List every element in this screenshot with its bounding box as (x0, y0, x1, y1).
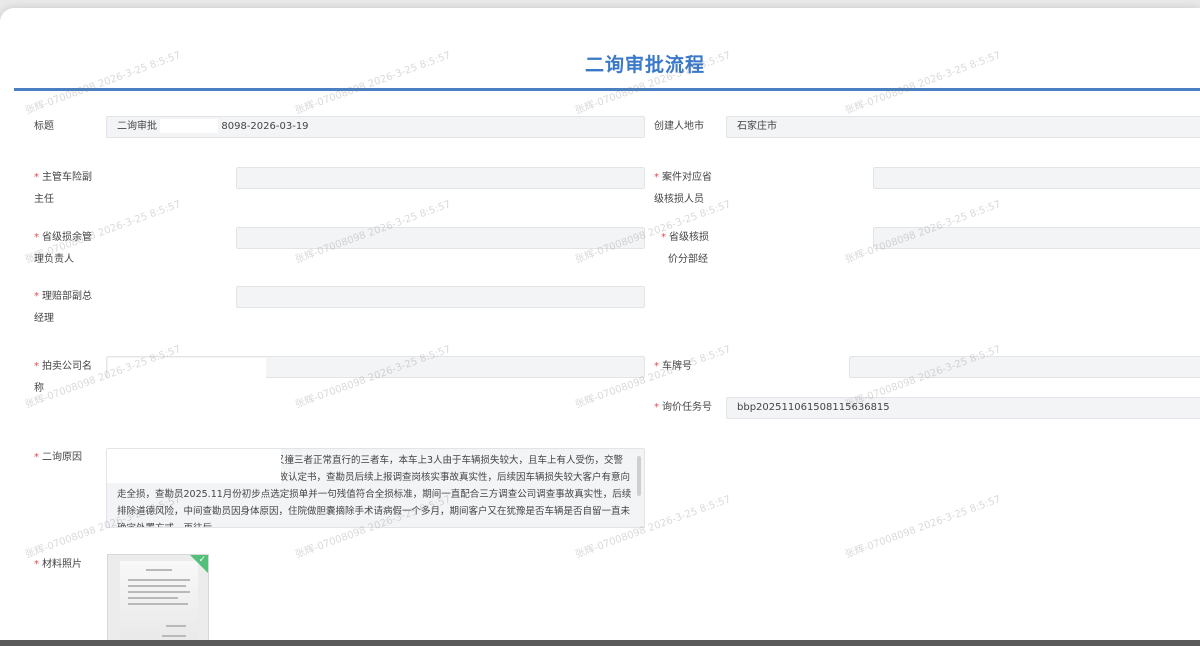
title-divider (14, 88, 1200, 91)
plate-label: * 车牌号 (654, 356, 692, 378)
reason-label: * 二询原因 (34, 447, 82, 469)
required-mark: * (34, 559, 39, 570)
title-label: 标题 (34, 121, 54, 132)
doc-line (128, 603, 188, 605)
inquiry-task-field[interactable]: bbp202511061508115636815 (726, 397, 1200, 419)
required-mark: * (34, 291, 39, 302)
watermark: 张辉-07008098 2026-3-25 8:5:57 (843, 494, 1003, 561)
claims-deputy-label-line1: 理赔部副总 (42, 291, 92, 302)
case-province-label-line2: 级核损人员 (654, 194, 704, 205)
reason-scrollbar[interactable] (637, 456, 641, 496)
doc-line (146, 569, 172, 571)
doc-line (128, 597, 178, 599)
auction-company-label-line2: 称 (34, 383, 44, 394)
deputy-manager-field[interactable] (236, 167, 645, 189)
prov-pricing-field[interactable] (873, 227, 1200, 249)
auction-company-label-line1: 拍卖公司名 (42, 361, 92, 372)
title-field[interactable]: 二询审批 8098-2026-03-19 (106, 116, 645, 138)
case-province-label: * 案件对应省 (654, 167, 712, 189)
title-value-prefix: 二询审批 (117, 121, 157, 132)
required-mark: * (654, 402, 659, 413)
title-value-suffix: 8098-2026-03-19 (221, 121, 309, 132)
plate-field[interactable] (849, 356, 1200, 378)
required-mark: * (34, 232, 39, 243)
claims-deputy-field[interactable] (236, 286, 645, 308)
prov-pricing-label: * 省级核损 (661, 227, 709, 249)
doc-line (128, 585, 186, 587)
inquiry-task-label: * 询价任务号 (654, 397, 712, 419)
doc-line (162, 635, 186, 637)
reason-label-text: 二询原因 (42, 452, 82, 463)
deputy-manager-label-line2: 主任 (34, 194, 54, 205)
photos-label: * 材料照片 (34, 554, 82, 576)
required-mark: * (34, 172, 39, 183)
required-mark: * (34, 361, 39, 372)
required-mark: * (34, 452, 39, 463)
page-title: 二询审批流程 (584, 54, 705, 76)
claims-deputy-label-line2: 经理 (34, 313, 54, 324)
deputy-manager-label-line1: 主管车险副 (42, 172, 92, 183)
prov-loss-mgr-label: * 省级损余管 (34, 227, 92, 249)
prov-pricing-label-line1: 省级核损 (669, 232, 709, 243)
creator-city-field[interactable]: 石家庄市 (726, 116, 1200, 138)
doc-line (128, 579, 190, 581)
required-mark: * (661, 232, 666, 243)
taskbar-strip (0, 640, 1200, 646)
document-preview (120, 561, 198, 640)
deputy-manager-label: * 主管车险副 (34, 167, 92, 189)
doc-line (166, 625, 186, 627)
prov-loss-mgr-label-line1: 省级损余管 (42, 232, 92, 243)
prov-loss-mgr-label-line2: 理负责人 (34, 254, 74, 265)
inquiry-task-label-text: 询价任务号 (662, 402, 712, 413)
redacted-block (108, 358, 266, 380)
redacted-block (160, 119, 219, 133)
check-icon: ✓ (198, 555, 206, 565)
material-photo-thumbnail[interactable]: ✓ (107, 554, 209, 640)
redacted-block (107, 449, 281, 483)
auction-company-label: * 拍卖公司名 (34, 356, 92, 378)
approval-window: 二询审批流程 标题 二询审批 8098-2026-03-19 创建人地市 石家庄… (0, 8, 1200, 640)
photos-label-text: 材料照片 (42, 559, 82, 570)
plate-label-text: 车牌号 (662, 361, 692, 372)
doc-line (128, 591, 190, 593)
required-mark: * (654, 361, 659, 372)
creator-city-label: 创建人地市 (654, 121, 704, 132)
case-province-field[interactable] (873, 167, 1200, 189)
case-province-label-line1: 案件对应省 (662, 172, 712, 183)
claims-deputy-label: * 理赔部副总 (34, 286, 92, 308)
required-mark: * (654, 172, 659, 183)
prov-pricing-label-line2: 价分部经 (668, 254, 708, 265)
prov-loss-mgr-field[interactable] (236, 227, 645, 249)
